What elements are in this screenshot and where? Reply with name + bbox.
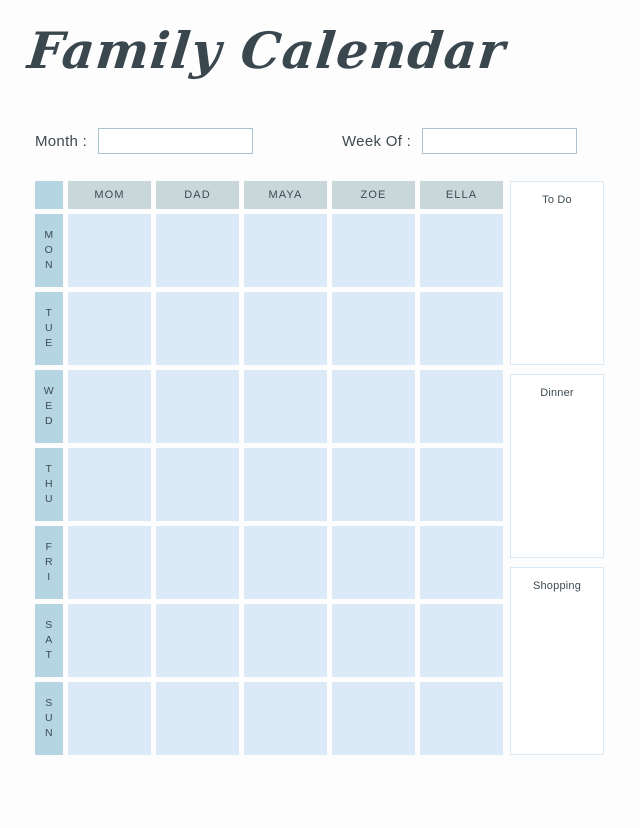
entry-cell-mon-dad[interactable] [156, 214, 239, 287]
month-label: Month : [35, 132, 88, 150]
calendar-grid: MOM DAD MAYA ZOE ELLA M O N T U E W E D … [35, 181, 503, 755]
entry-cell-thu-mom[interactable] [68, 448, 151, 521]
entry-cell-mon-mom[interactable] [68, 214, 151, 287]
day-letter: E [45, 337, 53, 349]
column-header-zoe[interactable]: ZOE [332, 181, 415, 209]
day-letter: U [44, 493, 54, 505]
entry-cell-wed-mom[interactable] [68, 370, 151, 443]
column-header-label: DAD [184, 189, 211, 201]
day-label-fri: F R I [35, 526, 63, 599]
day-letter: S [45, 619, 53, 631]
todo-panel[interactable]: To Do [510, 181, 604, 365]
entry-cell-tue-ella[interactable] [420, 292, 503, 365]
column-header-maya[interactable]: MAYA [244, 181, 327, 209]
day-label-sat: S A T [35, 604, 63, 677]
entry-cell-sat-mom[interactable] [68, 604, 151, 677]
month-field-group: Month : [35, 124, 254, 158]
day-label-thu: T H U [35, 448, 63, 521]
entry-cell-tue-dad[interactable] [156, 292, 239, 365]
todo-panel-title: To Do [542, 194, 572, 206]
entry-cell-tue-mom[interactable] [68, 292, 151, 365]
entry-cell-sun-mom[interactable] [68, 682, 151, 755]
calendar-row-tue: T U E [35, 292, 503, 365]
entry-cell-sun-dad[interactable] [156, 682, 239, 755]
month-input[interactable] [98, 128, 254, 154]
entry-cell-tue-maya[interactable] [244, 292, 327, 365]
day-letter: S [45, 697, 53, 709]
entry-cell-sun-maya[interactable] [244, 682, 327, 755]
day-letter: O [44, 244, 54, 256]
page-title: Family Calendar [24, 21, 510, 80]
day-letter: F [45, 541, 53, 553]
calendar-header-row: MOM DAD MAYA ZOE ELLA [35, 181, 503, 209]
day-letter: A [45, 634, 53, 646]
shopping-panel[interactable]: Shopping [510, 567, 604, 755]
entry-cell-sat-ella[interactable] [420, 604, 503, 677]
entry-cell-wed-maya[interactable] [244, 370, 327, 443]
entry-cell-fri-zoe[interactable] [332, 526, 415, 599]
entry-cell-mon-maya[interactable] [244, 214, 327, 287]
day-label-wed: W E D [35, 370, 63, 443]
day-letter: I [47, 571, 51, 583]
calendar-row-mon: M O N [35, 214, 503, 287]
calendar-row-sun: S U N [35, 682, 503, 755]
entry-cell-fri-mom[interactable] [68, 526, 151, 599]
entry-cell-fri-maya[interactable] [244, 526, 327, 599]
day-letter: T [45, 307, 53, 319]
entry-cell-thu-maya[interactable] [244, 448, 327, 521]
entry-cell-mon-zoe[interactable] [332, 214, 415, 287]
entry-cell-wed-ella[interactable] [420, 370, 503, 443]
entry-cell-thu-zoe[interactable] [332, 448, 415, 521]
day-letter: D [44, 415, 54, 427]
entry-cell-sun-zoe[interactable] [332, 682, 415, 755]
entry-cell-mon-ella[interactable] [420, 214, 503, 287]
entry-cell-wed-dad[interactable] [156, 370, 239, 443]
day-label-tue: T U E [35, 292, 63, 365]
day-letter: E [45, 400, 53, 412]
entry-cell-thu-ella[interactable] [420, 448, 503, 521]
calendar-row-sat: S A T [35, 604, 503, 677]
day-letter: U [44, 712, 54, 724]
day-letter: R [44, 556, 54, 568]
column-header-label: MOM [94, 189, 125, 201]
day-letter: N [44, 727, 54, 739]
day-label-sun: S U N [35, 682, 63, 755]
column-header-mom[interactable]: MOM [68, 181, 151, 209]
column-header-label: ELLA [445, 189, 478, 201]
entry-cell-sat-maya[interactable] [244, 604, 327, 677]
day-letter: T [45, 463, 53, 475]
column-header-dad[interactable]: DAD [156, 181, 239, 209]
grid-corner-cell [35, 181, 63, 209]
calendar-row-thu: T H U [35, 448, 503, 521]
column-header-label: MAYA [268, 189, 303, 201]
calendar-row-wed: W E D [35, 370, 503, 443]
entry-cell-sat-zoe[interactable] [332, 604, 415, 677]
dinner-panel-title: Dinner [540, 387, 574, 399]
day-letter: N [44, 259, 54, 271]
calendar-row-fri: F R I [35, 526, 503, 599]
dinner-panel[interactable]: Dinner [510, 374, 604, 558]
column-header-ella[interactable]: ELLA [420, 181, 503, 209]
day-label-mon: M O N [35, 214, 63, 287]
day-letter: M [44, 229, 54, 241]
entry-cell-wed-zoe[interactable] [332, 370, 415, 443]
column-header-label: ZOE [360, 189, 387, 201]
week-of-field-group: Week Of : [342, 124, 578, 158]
entry-cell-fri-dad[interactable] [156, 526, 239, 599]
day-letter: H [44, 478, 54, 490]
entry-cell-sat-dad[interactable] [156, 604, 239, 677]
shopping-panel-title: Shopping [532, 580, 582, 592]
day-letter: U [44, 322, 54, 334]
day-letter: W [43, 385, 55, 397]
entry-cell-thu-dad[interactable] [156, 448, 239, 521]
form-field-row: Month : Week Of : [35, 124, 605, 158]
entry-cell-fri-ella[interactable] [420, 526, 503, 599]
entry-cell-sun-ella[interactable] [420, 682, 503, 755]
entry-cell-tue-zoe[interactable] [332, 292, 415, 365]
day-letter: T [45, 649, 53, 661]
week-of-label: Week Of : [342, 132, 412, 150]
week-of-input[interactable] [422, 128, 578, 154]
